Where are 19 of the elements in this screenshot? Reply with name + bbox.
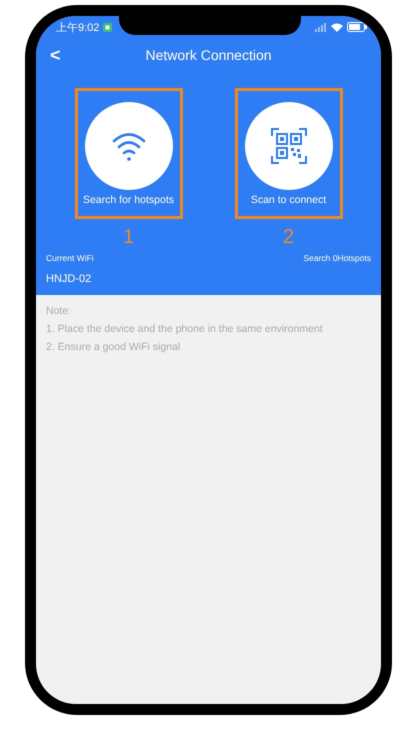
hotspot-count-label: Search 0Hotspots — [303, 253, 371, 263]
screen-title: Network Connection — [145, 47, 272, 63]
network-name: HNJD-02 — [45, 273, 92, 285]
chat-app-icon — [103, 22, 112, 32]
annotation-number: 1 — [122, 227, 134, 247]
current-wifi-label: Current WiFi — [46, 253, 94, 263]
back-button[interactable]: < — [48, 44, 63, 66]
battery-icon — [347, 22, 367, 32]
wifi-icon — [112, 131, 146, 161]
note-heading: Note: — [46, 305, 72, 317]
option-button[interactable]: Scan to connect — [234, 88, 342, 219]
status-time: 上午9:02 — [56, 20, 100, 34]
option-button[interactable]: Search for hotspots — [74, 88, 182, 219]
annotation-number: 2 — [282, 227, 294, 247]
note-item: 2. Ensure a good WiFi signal — [46, 341, 182, 353]
wifi-status-icon — [331, 22, 343, 32]
qr-code-icon — [270, 128, 306, 164]
signal-icon — [315, 22, 327, 32]
note-item: 1. Place the device and the phone in the same environment — [46, 323, 324, 335]
